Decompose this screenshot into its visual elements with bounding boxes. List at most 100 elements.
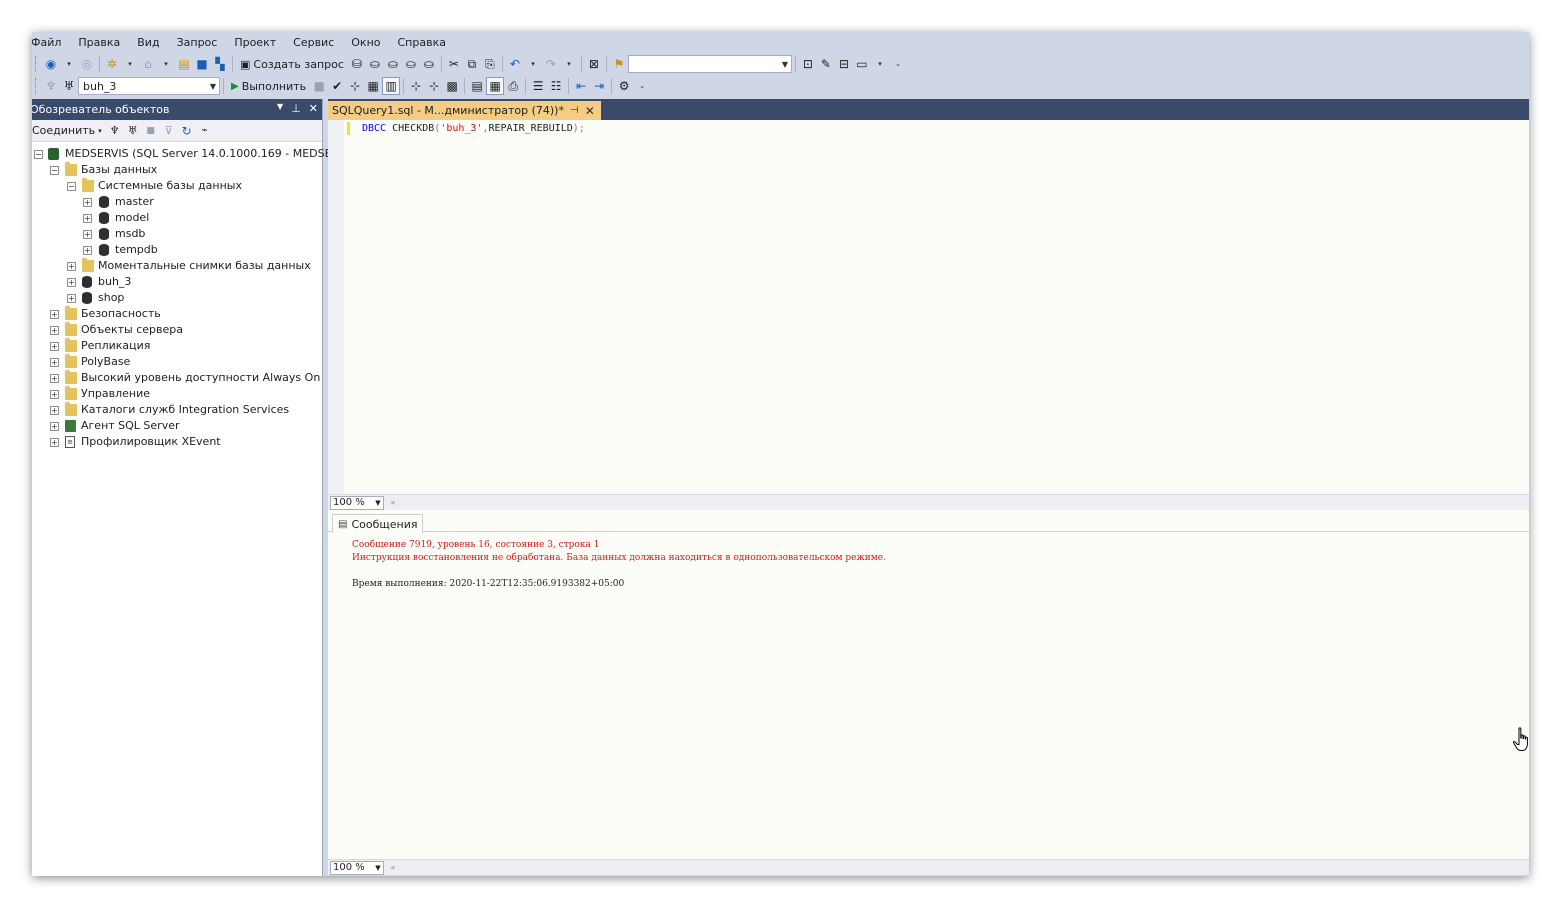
toolbar-grip[interactable] (35, 78, 39, 94)
results-zoom-select[interactable]: 100 % ▼ (330, 860, 384, 875)
tree-node-sql-agent[interactable]: + Агент SQL Server (32, 418, 322, 434)
estimated-plan-icon[interactable]: ⊹ (346, 77, 364, 95)
tree-node-databases[interactable]: − Базы данных (32, 162, 322, 178)
change-connection-icon[interactable]: ♅ (60, 77, 78, 95)
cut-icon[interactable]: ✂ (445, 55, 463, 73)
dax-query-icon[interactable]: ⛀ (420, 55, 438, 73)
window-layout-icon[interactable]: ▭ (853, 55, 871, 73)
tree-node-server-objects[interactable]: + Объекты сервера (32, 322, 322, 338)
expand-icon[interactable]: + (50, 310, 59, 319)
tree-node-master[interactable]: + master (32, 194, 322, 210)
dropdown-arrow-icon[interactable]: ▾ (871, 55, 889, 73)
live-stats-icon[interactable]: ⊹ (425, 77, 443, 95)
editor-zoom-select[interactable]: 100 % ▼ (330, 495, 384, 510)
dmx-query-icon[interactable]: ⛀ (384, 55, 402, 73)
panel-menu-icon[interactable]: ▼ (277, 102, 283, 115)
code-line-1[interactable]: DBCC CHECKDB('buh_3',REPAIR_REBUILD); (362, 123, 585, 134)
close-icon[interactable]: ✕ (309, 102, 318, 115)
expand-icon[interactable]: + (50, 358, 59, 367)
tree-node-model[interactable]: + model (32, 210, 322, 226)
xmla-query-icon[interactable]: ⛀ (402, 55, 420, 73)
collapse-icon[interactable]: − (50, 166, 59, 175)
filter-icon[interactable]: ⊽ (160, 122, 178, 140)
expand-icon[interactable]: + (50, 342, 59, 351)
toolbar-options-icon[interactable]: ⌄ (633, 77, 651, 95)
refresh-icon[interactable]: ↻ (178, 122, 196, 140)
tree-node-buh-3[interactable]: + buh_3 (32, 274, 322, 290)
specify-values-icon[interactable]: ⚙ (615, 77, 633, 95)
database-select[interactable]: buh_3 ▼ (78, 77, 220, 95)
menu-project[interactable]: Проект (226, 36, 285, 49)
menu-help[interactable]: Справка (390, 36, 455, 49)
tab-messages[interactable]: ▤ Сообщения (332, 514, 424, 533)
tab-sqlquery1[interactable]: SQLQuery1.sql - M...дминистратор (74))* … (328, 101, 601, 120)
expand-icon[interactable]: + (67, 278, 76, 287)
tree-node-replication[interactable]: + Репликация (32, 338, 322, 354)
results-to-file-icon[interactable]: ⎙ (504, 77, 522, 95)
undo-icon[interactable]: ↶ (506, 55, 524, 73)
solution-explorer-icon[interactable]: ⊡ (799, 55, 817, 73)
redo-icon[interactable]: ↷ (542, 55, 560, 73)
tree-node-msdb[interactable]: + msdb (32, 226, 322, 242)
expand-icon[interactable]: + (67, 262, 76, 271)
stop-icon[interactable]: ■ (310, 77, 328, 95)
pin-icon[interactable]: ⊣ (570, 105, 579, 116)
expand-icon[interactable]: + (50, 374, 59, 383)
activity-monitor-icon[interactable]: ⌁ (196, 122, 214, 140)
connect-object-icon[interactable]: ♆ (106, 122, 124, 140)
expand-icon[interactable]: + (83, 246, 92, 255)
collapse-icon[interactable]: − (34, 150, 43, 159)
paste-icon[interactable]: ⎘ (481, 55, 499, 73)
collapse-icon[interactable]: − (67, 182, 76, 191)
tree-node-management[interactable]: + Управление (32, 386, 322, 402)
scroll-left-icon[interactable]: ◂ (390, 863, 395, 873)
connect-icon[interactable]: ♆ (42, 77, 60, 95)
tree-node-server[interactable]: − MEDSERVIS (SQL Server 14.0.1000.169 - … (32, 146, 383, 162)
execute-button[interactable]: ▶ Выполнить (227, 77, 310, 95)
actual-plan-icon[interactable]: ⊹ (407, 77, 425, 95)
expand-icon[interactable]: + (83, 214, 92, 223)
tree-node-shop[interactable]: + shop (32, 290, 322, 306)
expand-icon[interactable]: + (83, 230, 92, 239)
tree-node-system-databases[interactable]: − Системные базы данных (32, 178, 322, 194)
results-to-grid-icon[interactable]: ▦ (486, 77, 505, 95)
properties-icon[interactable]: ✎ (817, 55, 835, 73)
decrease-indent-icon[interactable]: ⇤ (572, 77, 590, 95)
new-query-button[interactable]: ▣ Создать запрос (236, 55, 348, 73)
menu-edit[interactable]: Правка (70, 36, 129, 49)
add-item-icon[interactable]: ⌂ (139, 55, 157, 73)
tree-node-security[interactable]: + Безопасность (32, 306, 322, 322)
dropdown-arrow-icon[interactable]: ▾ (60, 55, 78, 73)
new-project-icon[interactable]: ✲ (103, 55, 121, 73)
menu-tools[interactable]: Сервис (285, 36, 343, 49)
mdx-query-icon[interactable]: ⛀ (366, 55, 384, 73)
stop-icon[interactable]: ■ (142, 122, 160, 140)
open-file-icon[interactable]: ▤ (175, 55, 193, 73)
increase-indent-icon[interactable]: ⇥ (590, 77, 608, 95)
toolbox-icon[interactable]: ⊟ (835, 55, 853, 73)
tree-node-integration-services[interactable]: + Каталоги служб Integration Services (32, 402, 322, 418)
pin-icon[interactable]: ⊥ (291, 102, 301, 115)
expand-icon[interactable]: + (50, 406, 59, 415)
expand-icon[interactable]: + (67, 294, 76, 303)
db-engine-query-icon[interactable]: ⛁ (348, 55, 366, 73)
query-designer-icon[interactable]: ▦ (364, 77, 382, 95)
expand-icon[interactable]: + (83, 198, 92, 207)
find-in-files-icon[interactable]: ⚑ (610, 55, 628, 73)
connect-dropdown-button[interactable]: Соединить ▾ (32, 122, 106, 140)
expand-icon[interactable]: + (50, 390, 59, 399)
menu-file[interactable]: Файл (32, 36, 70, 49)
parse-check-icon[interactable]: ✔ (328, 77, 346, 95)
query-editor[interactable]: DBCC CHECKDB('buh_3',REPAIR_REBUILD); (328, 120, 1529, 494)
dropdown-arrow-icon[interactable]: ▾ (157, 55, 175, 73)
dropdown-arrow-icon[interactable]: ▾ (121, 55, 139, 73)
copy-icon[interactable]: ⧉ (463, 55, 481, 73)
menu-window[interactable]: Окно (343, 36, 389, 49)
tree-node-tempdb[interactable]: + tempdb (32, 242, 322, 258)
client-stats-icon[interactable]: ▩ (443, 77, 461, 95)
save-all-icon[interactable]: ▚ (211, 55, 229, 73)
results-to-text-icon[interactable]: ▤ (468, 77, 486, 95)
uncomment-icon[interactable]: ☷ (547, 77, 565, 95)
tree-node-xevent-profiler[interactable]: + ≡ Профилировщик XEvent (32, 434, 322, 450)
toolbar-options-icon[interactable]: ⌄ (889, 55, 907, 73)
